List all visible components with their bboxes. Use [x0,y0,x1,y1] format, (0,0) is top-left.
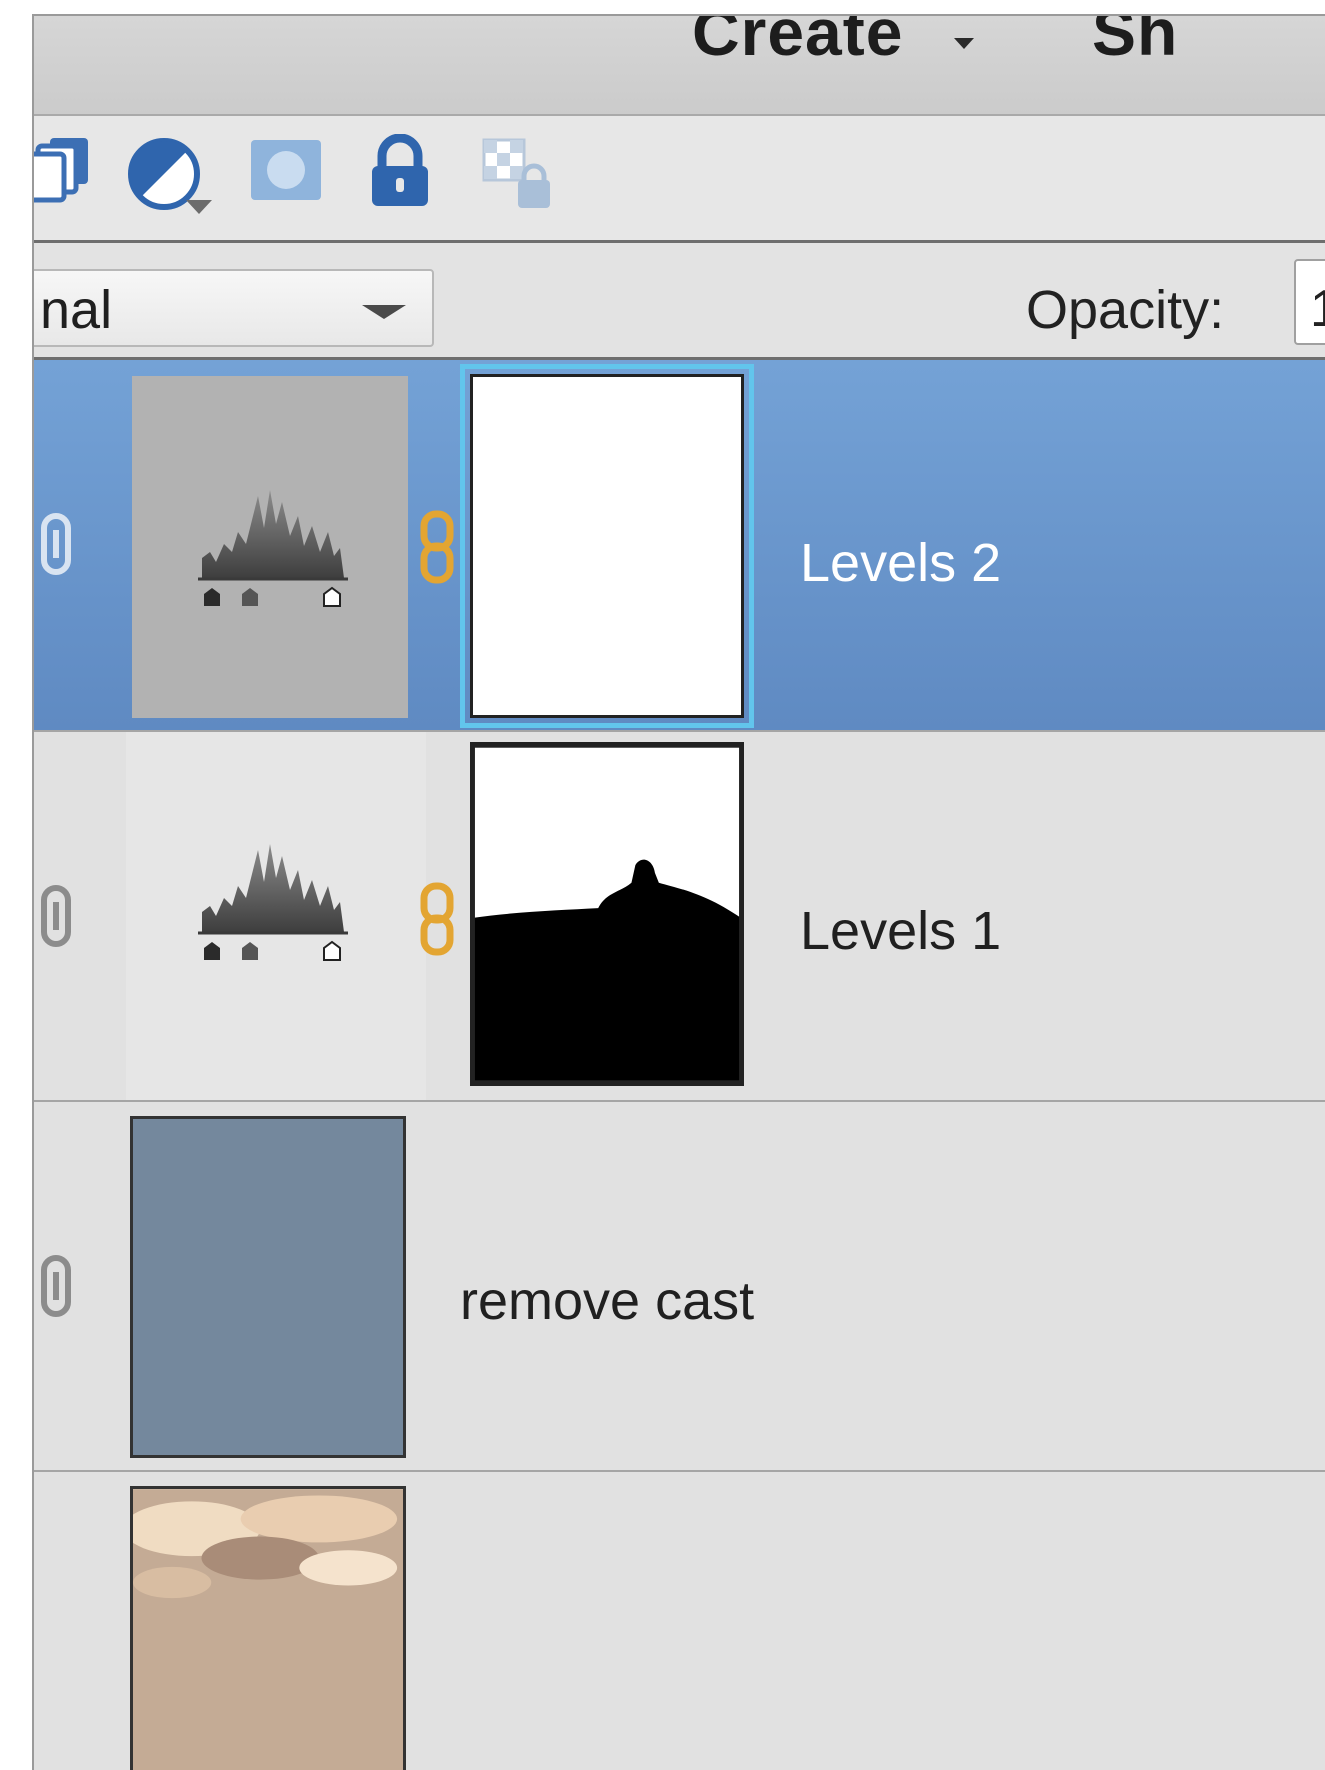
color-fill-thumbnail[interactable] [130,1116,406,1458]
layer-row-remove-cast[interactable]: remove cast [34,1102,1325,1472]
levels-adjustment-thumbnail[interactable] [126,732,426,1100]
new-layer-group-icon[interactable] [32,134,96,204]
create-menu[interactable]: Create [692,16,903,70]
layer-name[interactable]: Levels 1 [800,900,1001,962]
create-menu-chevron-down-icon[interactable] [954,38,974,49]
blend-opacity-row: nal Opacity: 1 [34,243,1325,360]
opacity-value: 1 [1310,279,1325,339]
share-menu[interactable]: Sh [1092,16,1178,70]
layers-toolbar [34,116,1325,243]
chevron-down-icon[interactable] [362,305,406,319]
layer-name[interactable]: remove cast [460,1270,754,1332]
visibility-link-icon[interactable] [38,884,74,948]
layer-name[interactable]: Levels 2 [800,532,1001,594]
lock-transparent-icon[interactable] [482,138,558,214]
layer-row-photo[interactable] [34,1472,1325,1770]
layer-mask-icon[interactable] [249,138,323,202]
opacity-input[interactable]: 1 [1294,259,1325,345]
layer-row-levels-1[interactable]: Levels 1 [34,732,1325,1102]
histogram-icon [198,490,348,607]
layer-mask-thumbnail[interactable] [470,374,744,718]
levels-adjustment-thumbnail[interactable] [132,376,408,718]
visibility-link-icon[interactable] [38,1254,74,1318]
histogram-icon [198,844,348,961]
blend-mode-value: nal [40,280,113,340]
layer-row-levels-2[interactable]: Levels 2 [34,360,1325,732]
layers-panel: Create Sh nal Opacity: Levels 2 Levels 1… [32,14,1325,1770]
layer-mask-thumbnail[interactable] [470,742,744,1086]
link-chain-icon[interactable] [416,882,458,956]
adjustment-layer-icon[interactable] [126,136,222,220]
visibility-link-icon[interactable] [38,512,74,576]
opacity-label: Opacity: [1026,280,1225,340]
lock-all-icon[interactable] [368,134,432,210]
blend-mode-select[interactable]: nal [34,269,434,347]
link-chain-icon[interactable] [416,510,458,584]
menubar: Create Sh [34,16,1325,116]
photo-thumbnail[interactable] [130,1486,406,1770]
